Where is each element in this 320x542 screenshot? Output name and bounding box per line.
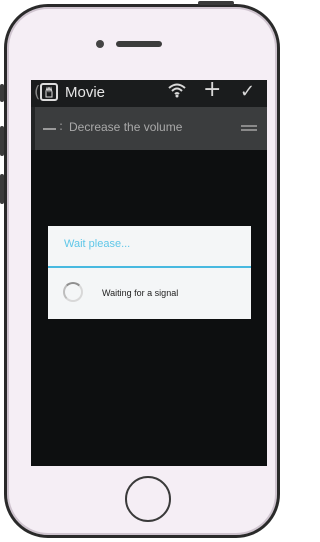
row-dash-icon [43, 128, 56, 130]
volume-down-button [0, 174, 4, 204]
list-item-label: Decrease the volume [69, 120, 183, 134]
add-icon[interactable]: + [203, 80, 221, 101]
power-button [198, 1, 234, 5]
progress-dialog: Wait please... Waiting for a signal [48, 226, 251, 319]
drag-handle-icon[interactable] [241, 125, 257, 133]
check-icon[interactable]: ✓ [240, 82, 255, 102]
wifi-icon[interactable] [168, 82, 186, 103]
earpiece-speaker [116, 41, 162, 47]
row-colon: : [59, 119, 64, 133]
volume-up-button [0, 126, 4, 156]
mute-switch [0, 84, 4, 102]
home-button[interactable] [125, 476, 171, 522]
action-bar: ( Movie + ✓ [31, 80, 267, 107]
list-item[interactable]: : Decrease the volume [31, 107, 267, 150]
app-title: Movie [65, 84, 106, 101]
dialog-divider [48, 266, 251, 268]
hand-icon[interactable] [40, 83, 58, 101]
loading-spinner-icon [63, 282, 83, 302]
front-camera [96, 40, 104, 48]
dialog-title: Wait please... [64, 238, 131, 250]
row-accent-bar [31, 107, 35, 150]
dialog-message: Waiting for a signal [102, 288, 179, 298]
